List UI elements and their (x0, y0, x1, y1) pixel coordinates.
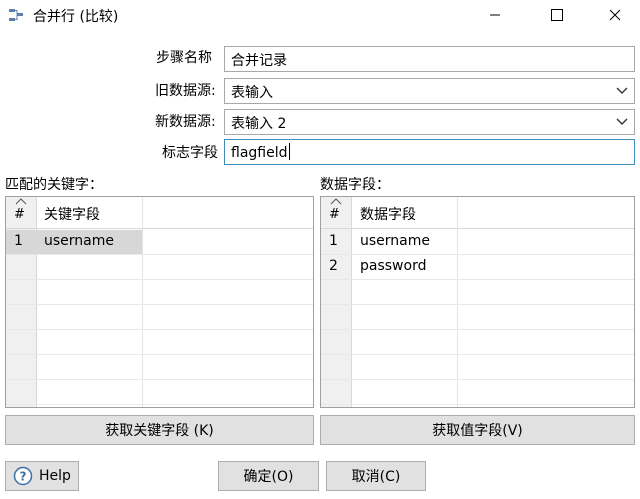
flag-field-value: flagfield (231, 145, 288, 161)
values-table[interactable]: # 数据字段 1 username 2 password (320, 196, 635, 408)
keys-index-header: # (14, 207, 25, 222)
help-button[interactable]: ? Help (5, 461, 79, 491)
new-source-label: 新数据源: (155, 114, 216, 130)
help-button-label: Help (39, 468, 71, 484)
table-row-index: 1 (14, 233, 23, 249)
chevron-down-icon (616, 118, 628, 125)
close-icon (609, 9, 621, 21)
keys-panel-title: 匹配的关键字： (5, 177, 103, 193)
title-bar[interactable]: 合并行 (比较) (0, 0, 640, 31)
close-button[interactable] (592, 0, 638, 30)
sort-up-icon (15, 198, 27, 205)
app-icon (9, 9, 23, 21)
svg-text:?: ? (20, 470, 27, 484)
table-cell[interactable]: username (360, 233, 430, 249)
maximize-button[interactable] (534, 0, 580, 30)
step-name-input[interactable]: 合并记录 (224, 46, 635, 72)
sort-up-icon (330, 198, 342, 205)
keys-column-header[interactable]: 关键字段 (44, 204, 100, 224)
minimize-icon (490, 14, 500, 16)
step-name-value: 合并记录 (231, 53, 287, 69)
flag-field-input[interactable]: flagfield (224, 139, 635, 165)
minimize-button[interactable] (472, 0, 518, 30)
window-title: 合并行 (比较) (33, 9, 119, 25)
text-caret (288, 143, 290, 160)
old-source-select[interactable]: 表输入 (224, 78, 635, 104)
values-panel-title: 数据字段： (320, 177, 390, 193)
table-cell[interactable]: password (360, 258, 426, 274)
table-cell[interactable]: username (44, 233, 114, 249)
get-value-fields-button[interactable]: 获取值字段(V) (320, 415, 635, 445)
flag-field-label: 标志字段 (162, 145, 218, 161)
get-key-fields-button[interactable]: 获取关键字段 (K) (5, 415, 314, 445)
new-source-value: 表输入 2 (231, 116, 287, 132)
keys-table[interactable]: # 关键字段 1 username (5, 196, 314, 408)
chevron-down-icon (616, 87, 628, 94)
maximize-icon (551, 9, 563, 21)
cancel-button[interactable]: 取消(C) (326, 461, 426, 491)
table-row-index: 1 (329, 233, 338, 249)
new-source-select[interactable]: 表输入 2 (224, 109, 635, 135)
step-name-label: 步骤名称 (156, 50, 212, 66)
old-source-label: 旧数据源: (155, 83, 216, 99)
table-row-index: 2 (329, 258, 338, 274)
old-source-value: 表输入 (231, 85, 273, 101)
help-icon: ? (13, 466, 33, 486)
values-index-header: # (329, 207, 340, 222)
ok-button[interactable]: 确定(O) (218, 461, 319, 491)
values-column-header[interactable]: 数据字段 (360, 204, 416, 224)
